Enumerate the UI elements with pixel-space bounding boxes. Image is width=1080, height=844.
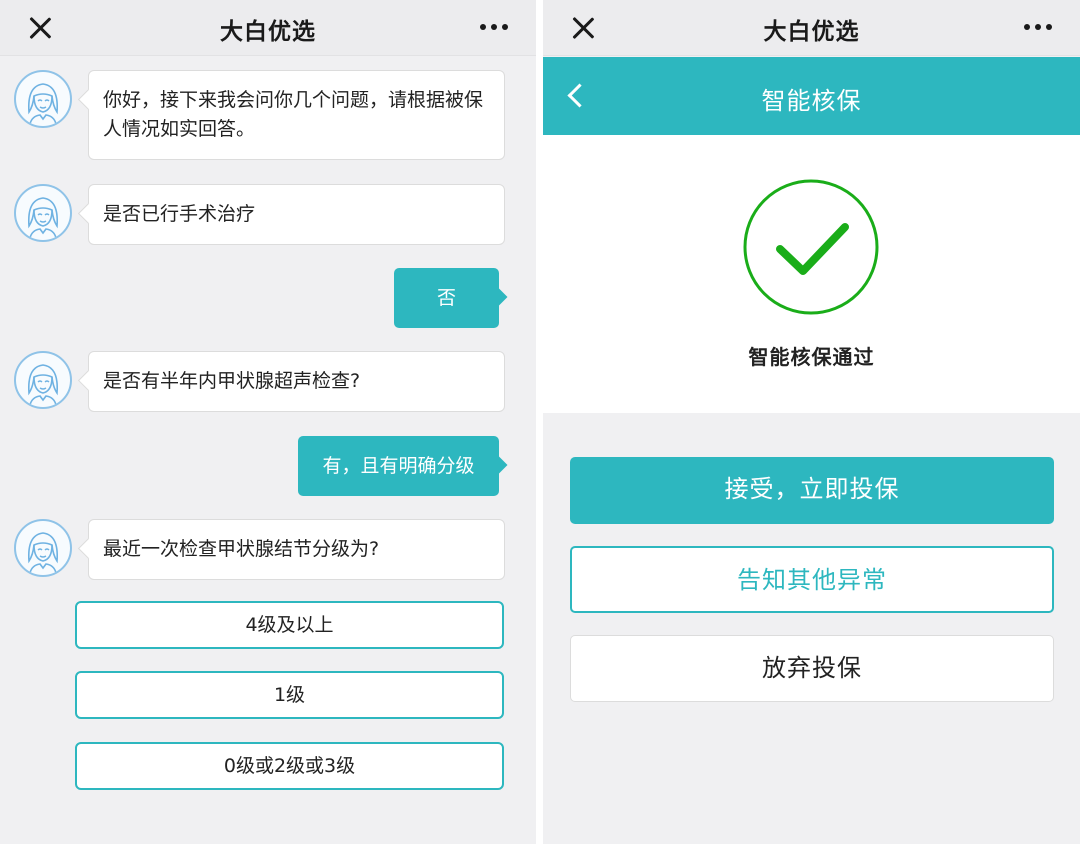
wechat-title-bar: 大白优选 — [0, 0, 536, 56]
chat-panel: 大白优选 你好，接下来我会问你几个问题，请根据被保人情况如实回答。 是否已行手术… — [0, 0, 536, 844]
result-status-text: 智能核保通过 — [748, 345, 875, 369]
check-circle-icon — [743, 179, 879, 315]
result-card: 智能核保通过 — [543, 135, 1080, 413]
more-icon[interactable] — [480, 24, 510, 32]
chat-message-bubble: 你好，接下来我会问你几个问题，请根据被保人情况如实回答。 — [88, 70, 505, 160]
chat-message-bubble: 是否已行手术治疗 — [88, 184, 505, 245]
wechat-title-bar: 大白优选 — [543, 0, 1080, 56]
user-reply-bubble: 否 — [394, 268, 499, 328]
app-title: 大白优选 — [220, 19, 316, 45]
assistant-avatar — [14, 351, 72, 409]
assistant-avatar — [14, 519, 72, 577]
answer-option-button[interactable]: 4级及以上 — [75, 601, 504, 649]
notify-other-abnormal-button[interactable]: 告知其他异常 — [570, 546, 1054, 613]
answer-option-button[interactable]: 0级或2级或3级 — [75, 742, 504, 790]
app-title: 大白优选 — [763, 19, 860, 45]
abandon-insure-button[interactable]: 放弃投保 — [570, 635, 1054, 702]
assistant-avatar — [14, 184, 72, 242]
chat-message-bubble: 是否有半年内甲状腺超声检查? — [88, 351, 505, 412]
assistant-avatar — [14, 70, 72, 128]
more-icon[interactable] — [1024, 24, 1054, 32]
page-title: 智能核保 — [761, 87, 862, 115]
result-panel: 大白优选 智能核保 智能核保通过 接受，立即投保 告知其他异常 放弃投保 — [543, 0, 1080, 844]
answer-option-button[interactable]: 1级 — [75, 671, 504, 719]
page-header: 智能核保 — [543, 57, 1080, 135]
chat-message-bubble: 最近一次检查甲状腺结节分级为? — [88, 519, 505, 580]
user-reply-bubble: 有，且有明确分级 — [298, 436, 499, 496]
accept-insure-button[interactable]: 接受，立即投保 — [570, 457, 1054, 524]
